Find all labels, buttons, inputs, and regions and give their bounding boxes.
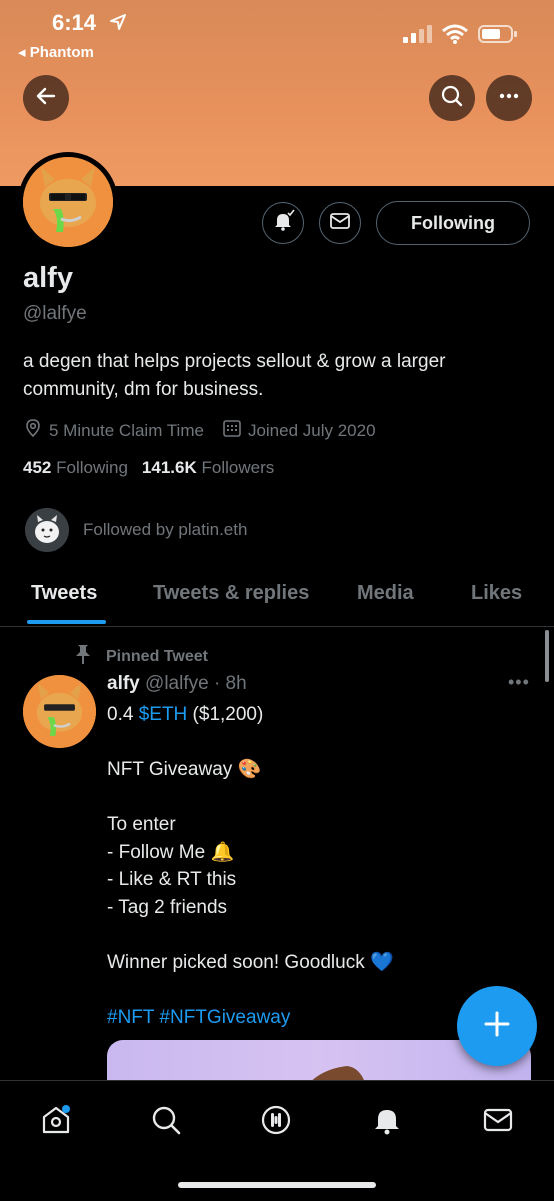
explore-search-icon[interactable]	[149, 1103, 183, 1137]
following-count-link[interactable]: 452 Following	[23, 458, 128, 478]
tweet-line-like-rt: - Like & RT this	[107, 869, 237, 890]
wifi-icon	[442, 24, 468, 49]
following-label: Following	[56, 458, 128, 477]
followers-count: 141.6K	[141, 458, 197, 477]
home-icon[interactable]	[39, 1103, 73, 1137]
message-button[interactable]	[319, 202, 361, 244]
tweet-amount: 0.4	[107, 704, 139, 725]
profile-meta: 5 Minute Claim Time Joined July 2020	[23, 418, 394, 443]
tweet-line-follow: - Follow Me 🔔	[107, 841, 235, 863]
tweet-body: 0.4 $ETH ($1,200) NFT Giveaway 🎨 To ente…	[107, 701, 527, 1031]
compose-tweet-button[interactable]	[457, 986, 537, 1066]
more-options-button[interactable]	[486, 75, 532, 121]
joined-text: Joined July 2020	[247, 420, 376, 440]
spaces-icon[interactable]	[259, 1103, 293, 1137]
tweet-line-giveaway: NFT Giveaway 🎨	[107, 759, 262, 780]
following-button[interactable]: Following	[376, 201, 530, 245]
search-button[interactable]	[429, 75, 475, 121]
followers-count-link[interactable]: 141.6K Followers	[142, 458, 274, 478]
status-time: 6:14	[52, 10, 97, 35]
tab-media[interactable]: Media	[357, 582, 414, 605]
mail-icon	[329, 210, 351, 237]
tab-tweets-replies[interactable]: Tweets & replies	[153, 582, 309, 605]
tweet-author-name[interactable]: alfy	[107, 673, 140, 694]
battery-icon	[478, 24, 518, 49]
tweet-line-winner: Winner picked soon! Goodluck 💙	[107, 951, 394, 973]
active-tab-indicator	[27, 620, 106, 624]
tweet-line-tag: - Tag 2 friends	[107, 896, 228, 918]
profile-name: alfy	[23, 262, 73, 294]
tweet-author-avatar[interactable]	[23, 675, 96, 748]
scrollbar[interactable]	[545, 630, 549, 682]
notify-button[interactable]	[262, 202, 304, 244]
profile-avatar[interactable]	[18, 152, 118, 252]
avatar-image	[23, 157, 113, 247]
notifications-bell-icon[interactable]	[370, 1103, 404, 1137]
back-to-app-link[interactable]: ◂ Phantom	[18, 43, 94, 61]
tab-tweets[interactable]: Tweets	[31, 582, 97, 605]
tweet-more-icon[interactable]: •••	[508, 672, 530, 693]
tweet-line-price: 0.4 $ETH ($1,200)	[107, 701, 527, 729]
following-count: 452	[23, 458, 52, 477]
tweet-line-to-enter: To enter	[107, 814, 176, 835]
bell-notify-icon	[271, 209, 295, 238]
followers-label: Followers	[201, 458, 275, 477]
location-text: 5 Minute Claim Time	[49, 420, 204, 440]
back-button[interactable]	[23, 75, 69, 121]
signal-icon	[402, 25, 432, 48]
followed-by-row[interactable]: Followed by platin.eth	[25, 508, 247, 552]
compose-plus-icon	[482, 1009, 512, 1044]
location-arrow-icon	[108, 12, 128, 37]
search-icon	[440, 84, 464, 113]
eth-cashtag-link[interactable]: $ETH	[139, 704, 188, 725]
follower-avatar	[25, 508, 69, 552]
back-arrow-icon	[34, 84, 58, 113]
profile-tabs: Tweets Tweets & replies Media Likes	[0, 568, 554, 627]
tweet-header: alfy @lalfye · 8h	[107, 673, 247, 695]
joined-item: Joined July 2020	[222, 418, 376, 443]
messages-mail-icon[interactable]	[481, 1103, 515, 1137]
pin-icon	[74, 643, 92, 670]
profile-handle: @lalfye	[23, 303, 87, 324]
home-indicator	[178, 1182, 376, 1188]
tweet-usd-value: ($1,200)	[187, 704, 264, 725]
tweet-handle-time: @lalfye · 8h	[145, 673, 247, 694]
location-item: 5 Minute Claim Time	[23, 418, 204, 443]
calendar-icon	[222, 418, 242, 443]
profile-bio: a degen that helps projects sellout & gr…	[23, 351, 446, 400]
followed-by-text: Followed by platin.eth	[83, 520, 248, 539]
pinned-label: Pinned Tweet	[106, 647, 208, 665]
location-icon	[23, 418, 43, 443]
more-icon	[497, 84, 521, 113]
status-indicators	[402, 24, 518, 49]
follow-counts: 452 Following 141.6K Followers	[23, 458, 274, 478]
pinned-label-row: Pinned Tweet	[74, 643, 208, 670]
back-app-label: Phantom	[29, 44, 94, 61]
tab-likes[interactable]: Likes	[471, 582, 522, 605]
back-triangle-icon: ◂	[18, 44, 26, 61]
